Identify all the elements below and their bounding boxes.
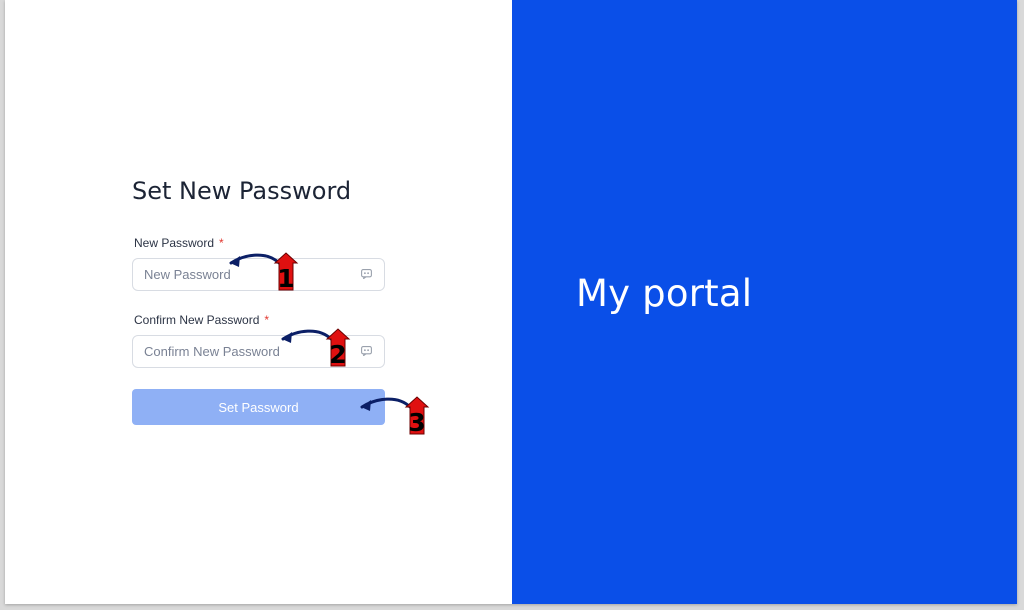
app-window: Set New Password New Password * Confirm N… — [5, 0, 1017, 604]
required-mark: * — [219, 236, 224, 250]
form-panel: Set New Password New Password * Confirm N… — [5, 0, 512, 604]
annotation-number: 3 — [408, 408, 425, 436]
annotation-3: 3 — [360, 396, 430, 436]
new-password-label-text: New Password — [134, 236, 215, 250]
annotation-number: 2 — [329, 340, 346, 368]
annotation-2: 2 — [281, 328, 351, 368]
eye-toggle-icon[interactable] — [361, 269, 372, 279]
required-mark: * — [264, 313, 270, 327]
set-password-button[interactable]: Set Password — [132, 389, 385, 425]
confirm-password-label-text: Confirm New Password — [134, 313, 260, 327]
brand-panel: My portal — [512, 0, 1017, 604]
confirm-password-label: Confirm New Password * — [134, 313, 269, 327]
page-title: Set New Password — [132, 177, 352, 205]
brand-title: My portal — [576, 272, 753, 315]
annotation-1: 1 — [229, 252, 299, 292]
new-password-label: New Password * — [134, 236, 224, 250]
eye-toggle-icon[interactable] — [361, 346, 372, 356]
annotation-number: 1 — [277, 264, 294, 292]
